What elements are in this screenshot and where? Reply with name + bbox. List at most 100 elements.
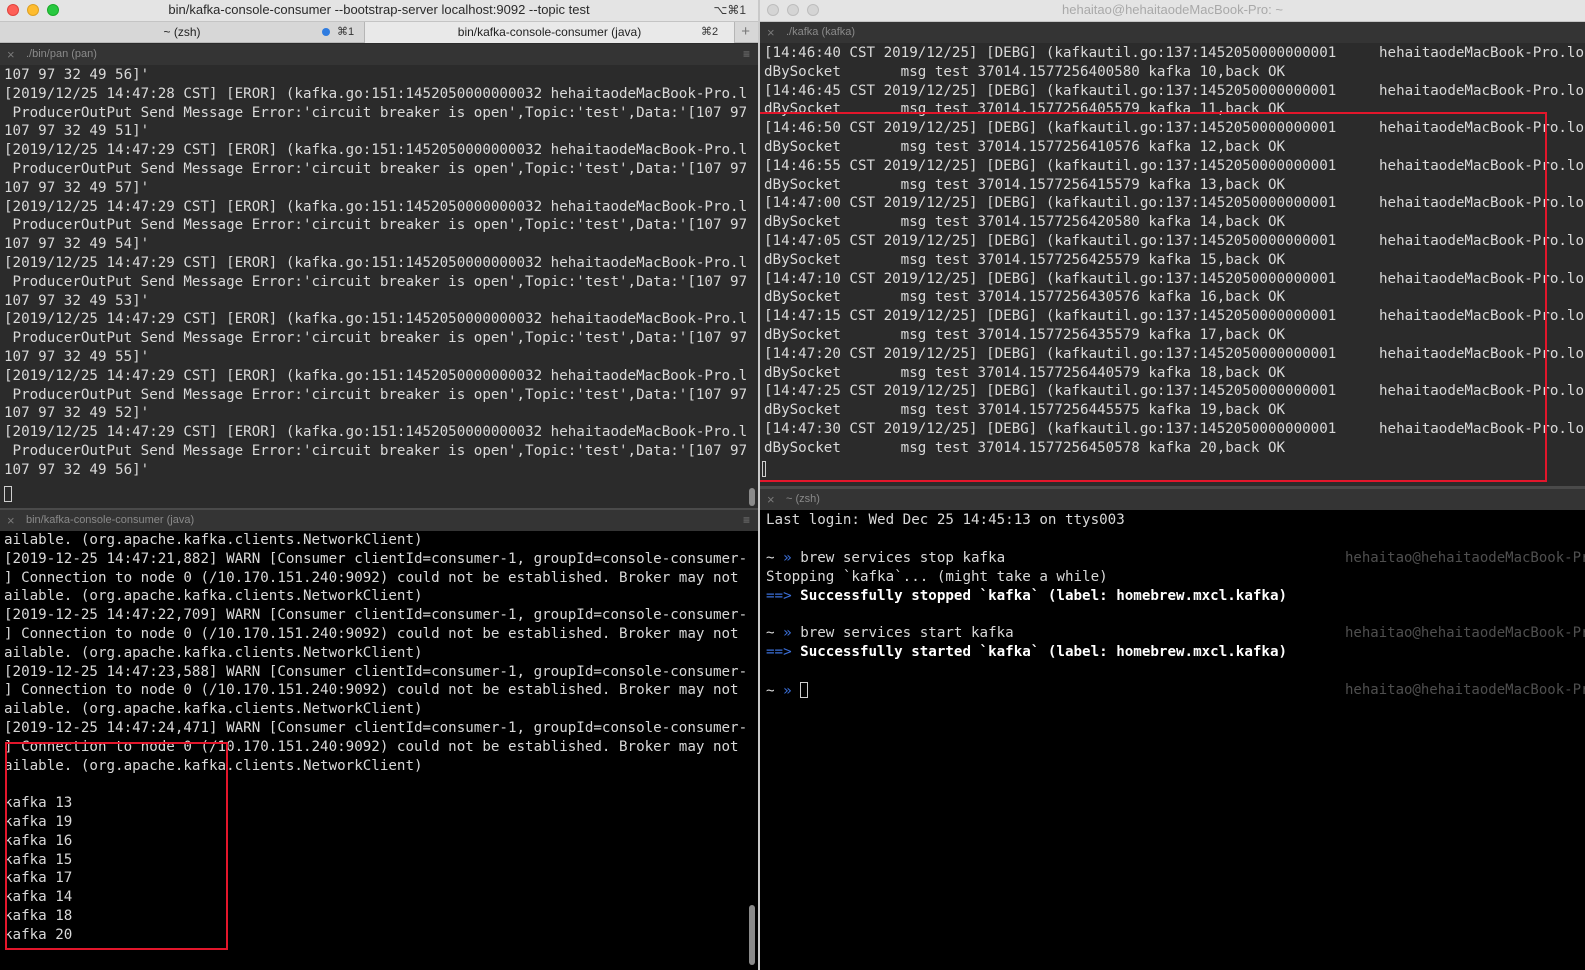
started-message: Successfully started `kafka` (label: hom… bbox=[800, 644, 1288, 660]
pan-log-line: ProducerOutPut Send Message Error:'circu… bbox=[4, 330, 746, 347]
tab-bar: ~ (zsh) ⌘1 bin/kafka-console-consumer (j… bbox=[0, 22, 758, 43]
right-prompt: hehaitao@hehaitaodeMacBook-Pro bbox=[1345, 550, 1585, 566]
command-line-2: ~ » brew services start kafka bbox=[766, 625, 1014, 641]
terminal-cursor bbox=[762, 461, 766, 477]
consumer-log-line: [2019-12-25 14:47:22,709] WARN [Consumer… bbox=[4, 607, 746, 624]
prompt-arrow-icon: » bbox=[783, 550, 792, 566]
command-line-3[interactable]: ~ » bbox=[766, 682, 809, 699]
consumer-log-line: ] Connection to node 0 (/10.170.151.240:… bbox=[4, 738, 746, 755]
right-terminal-window: hehaitao@hehaitaodeMacBook-Pro: ~ × ./ka… bbox=[760, 0, 1585, 970]
window-shortcut: ⌥⌘1 bbox=[713, 3, 746, 17]
output-arrow-icon: ==> bbox=[766, 588, 792, 604]
consumer-log-line bbox=[4, 775, 746, 794]
producer-log-line: dBySocket msg test 37014.1577256435579 k… bbox=[764, 326, 1286, 343]
pan-log-line: [2019/12/25 14:47:29 CST] [EROR] (kafka.… bbox=[4, 311, 746, 328]
producer-log-line: [14:46:40 CST 2019/12/25] [DEBG] (kafkau… bbox=[764, 45, 1585, 61]
kafka-pane-header: × ./kafka (kafka) bbox=[760, 22, 1585, 43]
pan-log-line: ProducerOutPut Send Message Error:'circu… bbox=[4, 273, 746, 290]
tab-kafka-consumer[interactable]: bin/kafka-console-consumer (java) ⌘2 bbox=[365, 22, 735, 43]
producer-log-line: [14:46:45 CST 2019/12/25] [DEBG] (kafkau… bbox=[764, 82, 1585, 99]
producer-log-line: [14:47:10 CST 2019/12/25] [DEBG] (kafkau… bbox=[764, 270, 1585, 287]
consumer-log-line: kafka 15 bbox=[4, 851, 73, 868]
consumer-log-line: kafka 19 bbox=[4, 813, 73, 830]
last-login-line: Last login: Wed Dec 25 14:45:13 on ttys0… bbox=[766, 512, 1125, 528]
right-window-titlebar[interactable]: hehaitao@hehaitaodeMacBook-Pro: ~ bbox=[760, 0, 1585, 22]
left-window-title: bin/kafka-console-consumer --bootstrap-s… bbox=[168, 2, 590, 17]
close-pane-icon[interactable]: × bbox=[7, 510, 15, 531]
pan-log-line: 107 97 32 49 51]' bbox=[4, 123, 150, 140]
consumer-log-line: kafka 17 bbox=[4, 870, 73, 887]
pan-pane-title: ./bin/pan (pan) bbox=[26, 48, 97, 60]
kafka-producer-output[interactable]: [14:46:40 CST 2019/12/25] [DEBG] (kafkau… bbox=[764, 44, 1585, 484]
pan-log-line: 107 97 32 49 54]' bbox=[4, 236, 150, 253]
pan-terminal-output[interactable]: 107 97 32 49 56]' [2019/12/25 14:47:28 CS… bbox=[4, 66, 746, 508]
pan-log-line: 107 97 32 49 56]' bbox=[4, 67, 150, 83]
consumer-log-line: ailable. (org.apache.kafka.clients.Netwo… bbox=[4, 701, 423, 718]
producer-log-line: dBySocket msg test 37014.1577256405579 k… bbox=[764, 101, 1286, 118]
consumer-log-line: [2019-12-25 14:47:24,471] WARN [Consumer… bbox=[4, 719, 746, 736]
producer-log-line: [14:47:00 CST 2019/12/25] [DEBG] (kafkau… bbox=[764, 195, 1585, 212]
left-terminal-window: bin/kafka-console-consumer --bootstrap-s… bbox=[0, 0, 758, 970]
tab-zsh-label: ~ (zsh) bbox=[163, 25, 201, 39]
pan-log-line: ProducerOutPut Send Message Error:'circu… bbox=[4, 104, 746, 121]
pan-log-line: [2019/12/25 14:47:29 CST] [EROR] (kafka.… bbox=[4, 142, 746, 159]
tab-zsh[interactable]: ~ (zsh) ⌘1 bbox=[0, 22, 365, 43]
zsh-terminal[interactable]: Last login: Wed Dec 25 14:45:13 on ttys0… bbox=[760, 510, 1585, 970]
consumer-log-line: kafka 20 bbox=[4, 926, 73, 943]
consumer-log-line: [2019-12-25 14:47:23,588] WARN [Consumer… bbox=[4, 663, 746, 680]
pan-log-line: [2019/12/25 14:47:29 CST] [EROR] (kafka.… bbox=[4, 198, 746, 215]
prompt-tilde: ~ bbox=[766, 683, 775, 699]
close-pane-icon[interactable]: × bbox=[7, 44, 15, 65]
left-window-titlebar[interactable]: bin/kafka-console-consumer --bootstrap-s… bbox=[0, 0, 758, 22]
kafka-pane-title: ./kafka (kafka) bbox=[786, 26, 856, 38]
consumer-pane-title: bin/kafka-console-consumer (java) bbox=[26, 514, 195, 526]
tab-zsh-shortcut: ⌘1 bbox=[337, 26, 355, 38]
producer-log-line: dBySocket msg test 37014.1577256425579 k… bbox=[764, 251, 1286, 268]
output-arrow-icon: ==> bbox=[766, 644, 792, 660]
prompt-arrow-icon: » bbox=[783, 683, 792, 699]
close-pane-icon[interactable]: × bbox=[767, 22, 775, 43]
consumer-log-line: ailable. (org.apache.kafka.clients.Netwo… bbox=[4, 532, 423, 548]
consumer-log-line: kafka 14 bbox=[4, 889, 73, 906]
producer-log-line: [14:47:15 CST 2019/12/25] [DEBG] (kafkau… bbox=[764, 308, 1585, 325]
consumer-terminal-output[interactable]: ailable. (org.apache.kafka.clients.Netwo… bbox=[4, 531, 746, 970]
producer-log-line: [14:46:55 CST 2019/12/25] [DEBG] (kafkau… bbox=[764, 157, 1585, 174]
prompt-arrow-icon: » bbox=[783, 625, 792, 641]
zsh-pane-title: ~ (zsh) bbox=[786, 493, 820, 505]
pan-log-line: [2019/12/25 14:47:29 CST] [EROR] (kafka.… bbox=[4, 367, 746, 384]
stopping-output: Stopping `kafka`... (might take a while) bbox=[766, 569, 1108, 585]
pan-log-line: 107 97 32 49 57]' bbox=[4, 179, 150, 196]
prompt-tilde: ~ bbox=[766, 550, 775, 566]
command-text: brew services stop kafka bbox=[800, 550, 1006, 566]
prompt-tilde: ~ bbox=[766, 625, 775, 641]
pane-menu-icon[interactable]: ≡ bbox=[743, 510, 750, 531]
pan-pane-scrollbar[interactable] bbox=[749, 488, 755, 506]
producer-log-line: [14:46:50 CST 2019/12/25] [DEBG] (kafkau… bbox=[764, 120, 1585, 137]
pan-log-line: ProducerOutPut Send Message Error:'circu… bbox=[4, 386, 746, 403]
terminal-cursor bbox=[800, 682, 809, 698]
producer-log-line: [14:47:25 CST 2019/12/25] [DEBG] (kafkau… bbox=[764, 383, 1585, 400]
consumer-log-line: ] Connection to node 0 (/10.170.151.240:… bbox=[4, 682, 746, 699]
tab-kafka-consumer-shortcut: ⌘2 bbox=[701, 26, 719, 38]
producer-log-line: [14:47:05 CST 2019/12/25] [DEBG] (kafkau… bbox=[764, 232, 1585, 249]
pan-log-line: [2019/12/25 14:47:29 CST] [EROR] (kafka.… bbox=[4, 254, 746, 271]
close-pane-icon[interactable]: × bbox=[767, 489, 775, 510]
tab-kafka-consumer-label: bin/kafka-console-consumer (java) bbox=[457, 25, 642, 39]
producer-log-line: [14:47:20 CST 2019/12/25] [DEBG] (kafkau… bbox=[764, 345, 1585, 362]
activity-dot-icon bbox=[322, 28, 330, 36]
producer-log-line: dBySocket msg test 37014.1577256410576 k… bbox=[764, 138, 1286, 155]
producer-log-line: dBySocket msg test 37014.1577256450578 k… bbox=[764, 439, 1286, 456]
pan-log-line: 107 97 32 49 56]' bbox=[4, 461, 150, 478]
pane-menu-icon[interactable]: ≡ bbox=[743, 44, 750, 65]
add-tab-icon[interactable]: + bbox=[741, 22, 750, 42]
producer-log-line: dBySocket msg test 37014.1577256420580 k… bbox=[764, 214, 1286, 231]
pan-log-line: ProducerOutPut Send Message Error:'circu… bbox=[4, 160, 746, 177]
producer-log-line: dBySocket msg test 37014.1577256430576 k… bbox=[764, 289, 1286, 306]
consumer-log-line: kafka 13 bbox=[4, 795, 73, 812]
consumer-pane-scrollbar[interactable] bbox=[749, 905, 755, 965]
started-output: ==> Successfully started `kafka` (label:… bbox=[766, 644, 1287, 660]
command-text: brew services start kafka bbox=[800, 625, 1014, 641]
pan-log-line: ProducerOutPut Send Message Error:'circu… bbox=[4, 442, 746, 459]
consumer-pane-header: × bin/kafka-console-consumer (java) ≡ bbox=[0, 510, 758, 531]
consumer-log-line: kafka 16 bbox=[4, 832, 73, 849]
